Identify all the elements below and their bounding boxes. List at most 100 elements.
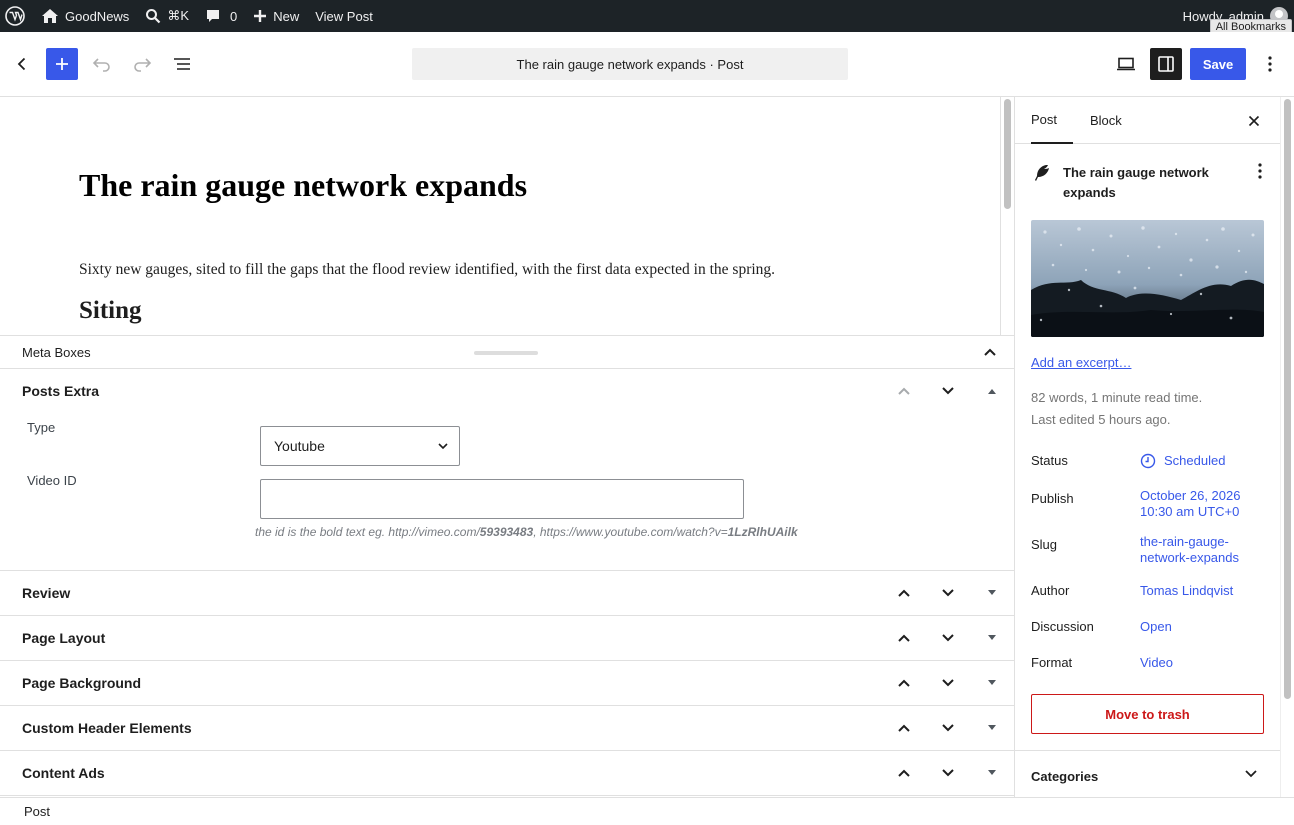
document-title-bar[interactable]: The rain gauge network expands · Post xyxy=(412,48,848,80)
discussion-label: Discussion xyxy=(1031,619,1094,634)
video-id-input[interactable] xyxy=(260,479,744,519)
move-down-button[interactable] xyxy=(938,381,958,401)
options-menu-button[interactable] xyxy=(1254,48,1286,80)
breadcrumb[interactable]: Post xyxy=(24,804,50,819)
review-header[interactable]: Review xyxy=(0,571,1014,615)
post-actions-button[interactable] xyxy=(1258,163,1262,182)
chevron-down-icon xyxy=(942,724,954,732)
toggle-panel-button[interactable] xyxy=(982,763,1002,783)
move-down-button[interactable] xyxy=(938,628,958,648)
plus-icon xyxy=(56,58,68,70)
triangle-down-icon xyxy=(988,680,996,685)
author-button[interactable]: Tomas Lindqvist xyxy=(1140,583,1233,599)
toggle-panel-button[interactable] xyxy=(982,628,1002,648)
move-up-button[interactable] xyxy=(894,583,914,603)
close-icon xyxy=(1248,115,1260,127)
type-select[interactable]: Youtube xyxy=(260,426,460,466)
editor-canvas[interactable]: The rain gauge network expands Sixty new… xyxy=(0,97,1000,335)
settings-sidebar-toggle[interactable] xyxy=(1150,48,1182,80)
meta-boxes-header[interactable]: Meta Boxes xyxy=(0,336,1014,369)
document-overview-button[interactable] xyxy=(166,48,198,80)
new-content-link[interactable]: New xyxy=(245,0,307,32)
toggle-panel-button[interactable] xyxy=(982,718,1002,738)
undo-icon xyxy=(92,58,110,72)
sidebar-post-title: The rain gauge network expands xyxy=(1063,165,1209,200)
command-palette-button[interactable]: ⌘K xyxy=(137,0,197,32)
review-box: Review xyxy=(0,571,1014,616)
move-down-button[interactable] xyxy=(938,583,958,603)
move-to-trash-button[interactable]: Move to trash xyxy=(1031,694,1264,734)
page-layout-header[interactable]: Page Layout xyxy=(0,616,1014,660)
resize-handle[interactable] xyxy=(474,351,538,355)
content-ads-title: Content Ads xyxy=(22,765,105,781)
post-stats: 82 words, 1 minute read time. Last edite… xyxy=(1031,387,1202,431)
move-up-button[interactable] xyxy=(894,628,914,648)
posts-extra-header[interactable]: Posts Extra xyxy=(0,369,1014,413)
site-name-link[interactable]: GoodNews xyxy=(33,0,137,32)
triangle-down-icon xyxy=(988,770,996,775)
heading-block[interactable]: Siting xyxy=(79,297,142,325)
wordpress-logo-icon[interactable] xyxy=(0,0,33,32)
slug-button[interactable]: the-rain-gauge- network-expands xyxy=(1140,534,1239,566)
chevron-up-icon xyxy=(898,679,910,687)
comments-link[interactable]: 0 xyxy=(197,0,245,32)
post-title[interactable]: The rain gauge network expands xyxy=(79,167,527,204)
custom-header-elements-title: Custom Header Elements xyxy=(22,720,192,736)
type-label: Type xyxy=(27,420,56,435)
tab-post[interactable]: Post xyxy=(1031,97,1073,144)
site-name: GoodNews xyxy=(65,8,130,24)
paragraph-block[interactable]: Sixty new gauges, sited to fill the gaps… xyxy=(79,261,775,279)
page-background-header[interactable]: Page Background xyxy=(0,661,1014,705)
add-block-button[interactable] xyxy=(46,48,78,80)
back-button[interactable] xyxy=(6,48,38,80)
view-post-link[interactable]: View Post xyxy=(307,0,381,32)
toggle-panel-button[interactable] xyxy=(982,381,1002,401)
custom-header-elements-box: Custom Header Elements xyxy=(0,706,1014,751)
chevron-down-icon[interactable] xyxy=(1244,769,1258,779)
redo-button[interactable] xyxy=(126,48,158,80)
format-button[interactable]: Video xyxy=(1140,655,1173,671)
discussion-button[interactable]: Open xyxy=(1140,619,1172,635)
close-sidebar-button[interactable] xyxy=(1244,111,1264,131)
chevron-up-icon xyxy=(898,589,910,597)
meta-boxes-collapse-button[interactable] xyxy=(980,342,1000,362)
chevron-left-icon xyxy=(17,57,26,71)
posts-extra-title: Posts Extra xyxy=(22,383,100,399)
move-up-button[interactable] xyxy=(894,718,914,738)
featured-image[interactable] xyxy=(1031,220,1264,337)
move-down-button[interactable] xyxy=(938,718,958,738)
toggle-panel-button[interactable] xyxy=(982,583,1002,603)
sidebar-scrollbar[interactable] xyxy=(1280,97,1294,797)
custom-header-elements-header[interactable]: Custom Header Elements xyxy=(0,706,1014,750)
status-button[interactable]: Scheduled xyxy=(1140,453,1225,469)
rain-window-image xyxy=(1031,220,1264,337)
chevron-down-icon xyxy=(942,387,954,395)
sidebar-divider xyxy=(1015,750,1280,751)
preview-button[interactable] xyxy=(1110,48,1142,80)
move-up-button[interactable] xyxy=(894,673,914,693)
chevron-down-icon xyxy=(942,589,954,597)
page-background-title: Page Background xyxy=(22,675,142,691)
toggle-panel-button[interactable] xyxy=(982,673,1002,693)
undo-button[interactable] xyxy=(86,48,118,80)
tab-block[interactable]: Block xyxy=(1090,97,1122,144)
move-down-button[interactable] xyxy=(938,673,958,693)
move-up-button[interactable] xyxy=(894,763,914,783)
view-post-label: View Post xyxy=(315,8,373,24)
more-vertical-icon xyxy=(1258,163,1262,179)
canvas-scrollbar[interactable] xyxy=(1000,97,1014,335)
chevron-down-icon xyxy=(942,634,954,642)
posts-extra-body: Type Youtube Video ID the id is the bold… xyxy=(0,413,1014,570)
chevron-down-icon xyxy=(438,443,448,450)
content-ads-header[interactable]: Content Ads xyxy=(0,751,1014,795)
move-down-button[interactable] xyxy=(938,763,958,783)
move-up-button[interactable] xyxy=(894,381,914,401)
desktop-icon xyxy=(1117,57,1135,71)
meta-boxes-title: Meta Boxes xyxy=(22,344,91,360)
plus-icon xyxy=(254,10,267,22)
add-excerpt-link[interactable]: Add an excerpt… xyxy=(1031,355,1131,370)
save-button[interactable]: Save xyxy=(1190,48,1246,80)
categories-panel-toggle[interactable]: Categories xyxy=(1031,769,1098,784)
publish-date-button[interactable]: October 26, 2026 10:30 am UTC+0 xyxy=(1140,488,1240,520)
chevron-up-icon xyxy=(898,387,910,395)
